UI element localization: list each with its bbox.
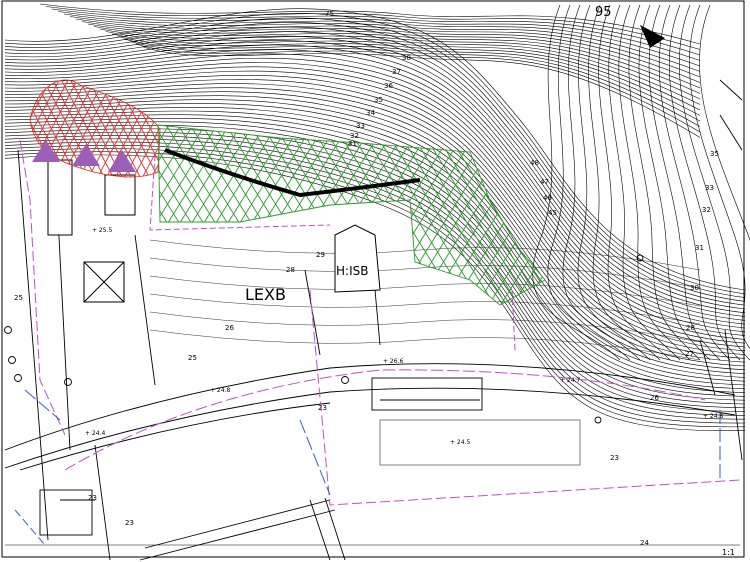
contour-label: 23 <box>610 454 619 462</box>
contour-label: 32 <box>350 132 359 140</box>
contour-label: 26 <box>225 324 234 332</box>
building-label-hisb: H:ISB <box>336 264 368 278</box>
building-hisb <box>334 224 381 293</box>
building-small-1 <box>47 159 73 236</box>
contour-label: 46 <box>543 194 552 202</box>
contour-label: 31 <box>348 140 357 148</box>
contour-label: 35 <box>374 96 383 104</box>
building-label-lexb: LEXB <box>245 285 286 304</box>
contour-label: 34 <box>366 109 375 117</box>
contour-label: 37 <box>392 68 401 76</box>
contour-label: 45 <box>548 209 557 217</box>
spot-height: + 24.7 <box>560 377 580 384</box>
contour-label: 35 <box>710 150 719 158</box>
contour-label: 31 <box>695 244 704 252</box>
contour-label: 28 <box>286 266 295 274</box>
contour-label: 75 <box>325 10 334 18</box>
contour-label: 25 <box>14 294 23 302</box>
contour-label: 47 <box>540 178 549 186</box>
contour-label: 24 <box>640 539 649 547</box>
contour-label: 95 <box>595 5 612 20</box>
contour-label: 23 <box>88 494 97 502</box>
contour-label: 32 <box>702 206 711 214</box>
contour-label: 27 <box>685 350 694 358</box>
contour-label: 36 <box>384 82 393 90</box>
building-small-2 <box>104 174 136 216</box>
spot-height: + 24.4 <box>85 430 105 437</box>
spot-height: + 24.8 <box>703 413 723 420</box>
map-view[interactable]: LEXB H:ISB 75 95 38 37 36 35 34 33 32 31… <box>0 0 750 562</box>
spot-height: + 24.8 <box>210 387 230 394</box>
spot-height: + 25.5 <box>92 227 112 234</box>
contour-label: 28 <box>686 324 695 332</box>
contour-label: 26 <box>650 394 659 402</box>
contour-label: 23 <box>318 404 327 412</box>
contour-label: 38 <box>402 54 411 62</box>
contour-label: 23 <box>125 519 134 527</box>
site-map-drawing[interactable]: LEXB H:ISB 75 95 38 37 36 35 34 33 32 31… <box>0 0 750 562</box>
contour-label: 33 <box>705 184 714 192</box>
contour-label: 30 <box>690 284 699 292</box>
contour-label: 25 <box>188 354 197 362</box>
spot-height: + 24.5 <box>450 439 470 446</box>
contour-label: 29 <box>316 251 325 259</box>
contour-label: 33 <box>356 122 365 130</box>
contour-label: 48 <box>530 159 539 167</box>
spot-height: + 26.6 <box>383 358 403 365</box>
scale-note: 1:1 <box>722 548 735 557</box>
